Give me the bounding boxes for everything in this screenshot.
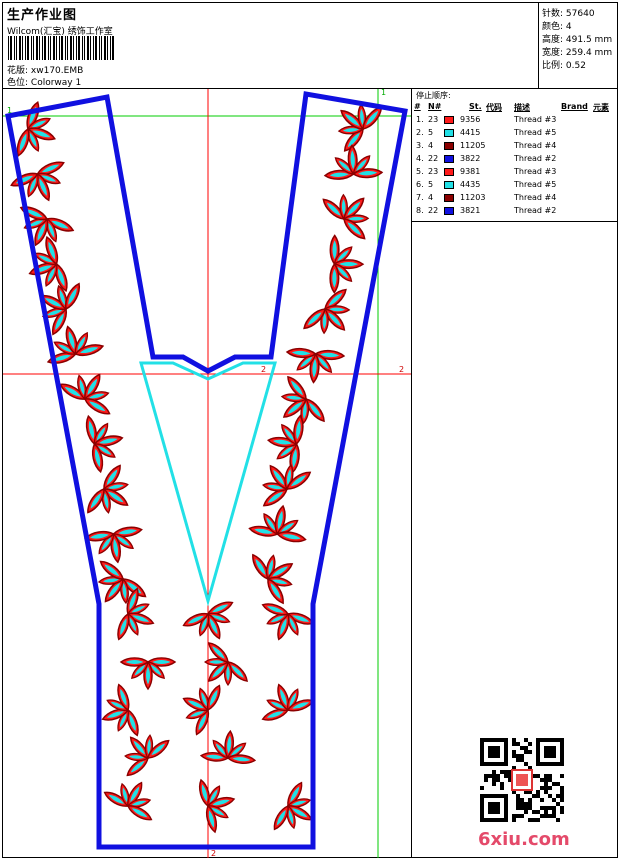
legend-divider bbox=[411, 88, 412, 858]
legend-row-code: 4415 bbox=[460, 128, 481, 137]
barcode bbox=[8, 36, 114, 60]
legend-title: 停止顺序: bbox=[416, 91, 451, 100]
page-title: 生产作业图 bbox=[7, 8, 78, 23]
legend-row: 7. 4 11203 Thread #4 bbox=[414, 193, 614, 205]
legend-row: 4. 22 3822 Thread #2 bbox=[414, 154, 614, 166]
legend-row: 2. 5 4415 Thread #5 bbox=[414, 128, 614, 140]
legend-row-code: 3821 bbox=[460, 206, 481, 215]
legend-header-brand: Brand bbox=[561, 102, 588, 111]
legend-row-index: 1. bbox=[416, 115, 424, 124]
legend-row: 3. 4 11205 Thread #4 bbox=[414, 141, 614, 153]
legend-header-code: 代码 bbox=[486, 103, 502, 112]
legend-row-desc: Thread #2 bbox=[514, 206, 557, 215]
thread-color-swatch bbox=[444, 181, 454, 189]
legend-header-desc: 描述 bbox=[514, 103, 530, 112]
stat-height: 高度: 491.5 mm bbox=[542, 35, 613, 45]
legend-row-index: 2. bbox=[416, 128, 424, 137]
legend-bottom-divider bbox=[411, 221, 618, 222]
legend-row-n: 22 bbox=[428, 206, 439, 215]
guide-label-center: 2 bbox=[261, 365, 266, 374]
legend-row-desc: Thread #3 bbox=[514, 115, 557, 124]
legend-row-n: 23 bbox=[428, 167, 439, 176]
thread-color-swatch bbox=[444, 194, 454, 202]
leaf-pattern bbox=[10, 101, 384, 834]
legend-row: 5. 23 9381 Thread #3 bbox=[414, 167, 614, 179]
legend-row-index: 3. bbox=[416, 141, 424, 150]
thread-color-swatch bbox=[444, 168, 454, 176]
embroidery-design: 1 1 2 2 2 bbox=[3, 89, 411, 858]
legend-row-index: 7. bbox=[416, 193, 424, 202]
thread-color-swatch bbox=[444, 116, 454, 124]
legend-row-desc: Thread #4 bbox=[514, 193, 557, 202]
legend-row: 6. 5 4435 Thread #5 bbox=[414, 180, 614, 192]
legend-row-index: 8. bbox=[416, 206, 424, 215]
legend-row-desc: Thread #5 bbox=[514, 128, 557, 137]
legend-row-code: 9381 bbox=[460, 167, 481, 176]
stat-colors: 颜色: 4 bbox=[542, 22, 572, 32]
legend-row-desc: Thread #2 bbox=[514, 154, 557, 163]
legend-row-n: 5 bbox=[428, 128, 434, 137]
legend-header-st: St. bbox=[469, 102, 482, 111]
legend-row-index: 5. bbox=[416, 167, 424, 176]
guide-label-top-left: 1 bbox=[7, 106, 12, 115]
legend-row-index: 6. bbox=[416, 180, 424, 189]
watermark-logo: 6xiu.com bbox=[478, 829, 570, 850]
legend-row-code: 11205 bbox=[460, 141, 486, 150]
colorway-line: 色位: Colorway 1 bbox=[7, 75, 81, 88]
thread-color-swatch bbox=[444, 207, 454, 215]
legend-row-n: 22 bbox=[428, 154, 439, 163]
stat-scale: 比例: 0.52 bbox=[542, 61, 586, 71]
thread-color-swatch bbox=[444, 129, 454, 137]
legend-row-code: 3822 bbox=[460, 154, 481, 163]
legend-row-code: 11203 bbox=[460, 193, 486, 202]
legend-header-index: # bbox=[414, 102, 421, 111]
legend-header-n: N# bbox=[428, 102, 442, 111]
thread-color-swatch bbox=[444, 155, 454, 163]
legend-row-n: 5 bbox=[428, 180, 434, 189]
legend-row-index: 4. bbox=[416, 154, 424, 163]
legend-row-code: 9356 bbox=[460, 115, 481, 124]
stat-width: 宽度: 259.4 mm bbox=[542, 48, 613, 58]
legend-row-n: 23 bbox=[428, 115, 439, 124]
legend-row-code: 4435 bbox=[460, 180, 481, 189]
legend-row: 8. 22 3821 Thread #2 bbox=[414, 206, 614, 218]
legend-row-n: 4 bbox=[428, 193, 434, 202]
legend-row: 1. 23 9356 Thread #3 bbox=[414, 115, 614, 127]
colorway-value: Colorway 1 bbox=[30, 78, 82, 88]
thread-color-swatch bbox=[444, 142, 454, 150]
guide-label-bottom: 2 bbox=[211, 849, 216, 858]
legend-header-element: 元素 bbox=[593, 103, 609, 112]
guide-label-right: 2 bbox=[399, 365, 404, 374]
qr-code bbox=[480, 738, 564, 822]
guide-label-top-right: 1 bbox=[381, 89, 386, 97]
legend-row-desc: Thread #4 bbox=[514, 141, 557, 150]
stat-stitches: 针数: 57640 bbox=[542, 9, 595, 19]
colorway-label: 色位: bbox=[7, 78, 29, 88]
legend-row-desc: Thread #3 bbox=[514, 167, 557, 176]
legend-row-desc: Thread #5 bbox=[514, 180, 557, 189]
legend-row-n: 4 bbox=[428, 141, 434, 150]
